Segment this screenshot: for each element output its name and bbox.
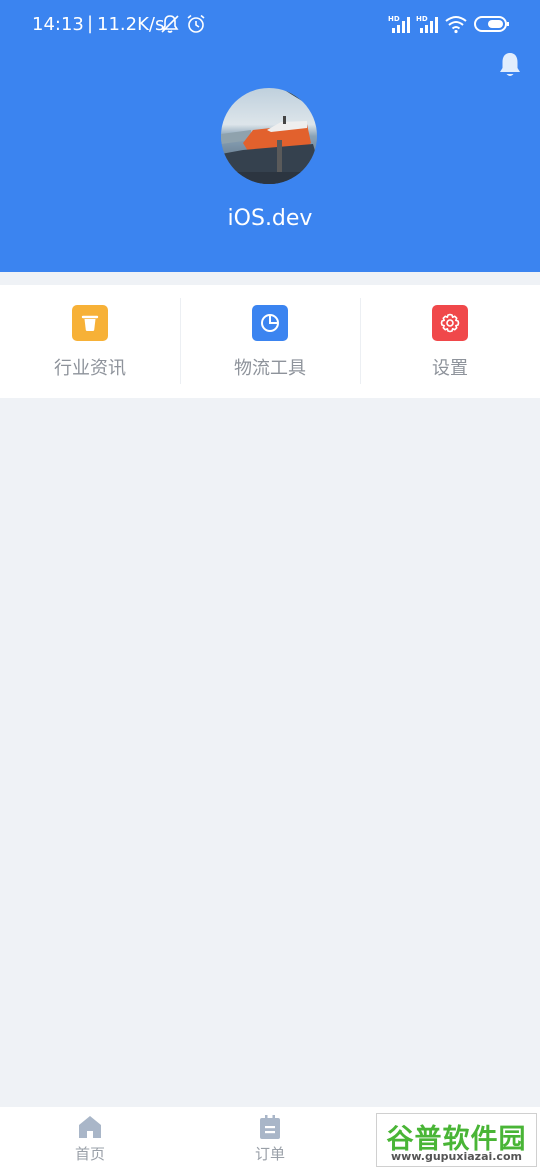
status-separator: | <box>87 13 94 34</box>
trash-bin-icon <box>72 305 108 341</box>
alarm-icon <box>187 14 205 33</box>
watermark-url: www.gupuxiazai.com <box>391 1150 522 1163</box>
status-net-speed: 11.2K/s <box>97 14 165 35</box>
gear-icon <box>432 305 468 341</box>
menu-item-label: 设置 <box>432 358 468 379</box>
hd-signal-icon: HD <box>388 15 410 33</box>
svg-text:HD: HD <box>388 15 400 23</box>
tab-label: 首页 <box>74 1145 105 1163</box>
wifi-icon <box>445 16 467 34</box>
avatar[interactable] <box>221 88 317 184</box>
menu-item-industry-news[interactable]: 行业资讯 <box>0 285 180 398</box>
watermark-logo: 谷普软件园 www.gupuxiazai.com <box>376 1113 537 1167</box>
status-time: 14:13 <box>32 14 84 35</box>
order-icon <box>260 1115 280 1139</box>
menu-item-logistics-tools[interactable]: 物流工具 <box>180 285 360 398</box>
quick-menu: 行业资讯 物流工具 设置 <box>0 285 540 398</box>
pie-chart-icon <box>252 305 288 341</box>
battery-icon <box>474 16 509 32</box>
tab-orders[interactable]: 订单 <box>180 1107 360 1170</box>
menu-item-settings[interactable]: 设置 <box>360 285 540 398</box>
profile-header: 14:13 | 11.2K/s HD HD iOS.dev <box>0 0 540 272</box>
hd-signal-icon: HD <box>416 15 438 33</box>
username: iOS.dev <box>227 206 313 231</box>
tab-label: 订单 <box>254 1145 285 1163</box>
menu-item-label: 行业资讯 <box>54 358 126 379</box>
avatar-photo <box>221 88 317 184</box>
mute-icon <box>161 15 179 33</box>
menu-item-label: 物流工具 <box>234 358 306 379</box>
home-icon <box>79 1116 101 1138</box>
status-bar: 14:13 | 11.2K/s HD HD <box>0 0 540 50</box>
svg-text:HD: HD <box>416 15 428 23</box>
bell-icon[interactable] <box>497 51 523 79</box>
tab-home[interactable]: 首页 <box>0 1107 180 1170</box>
